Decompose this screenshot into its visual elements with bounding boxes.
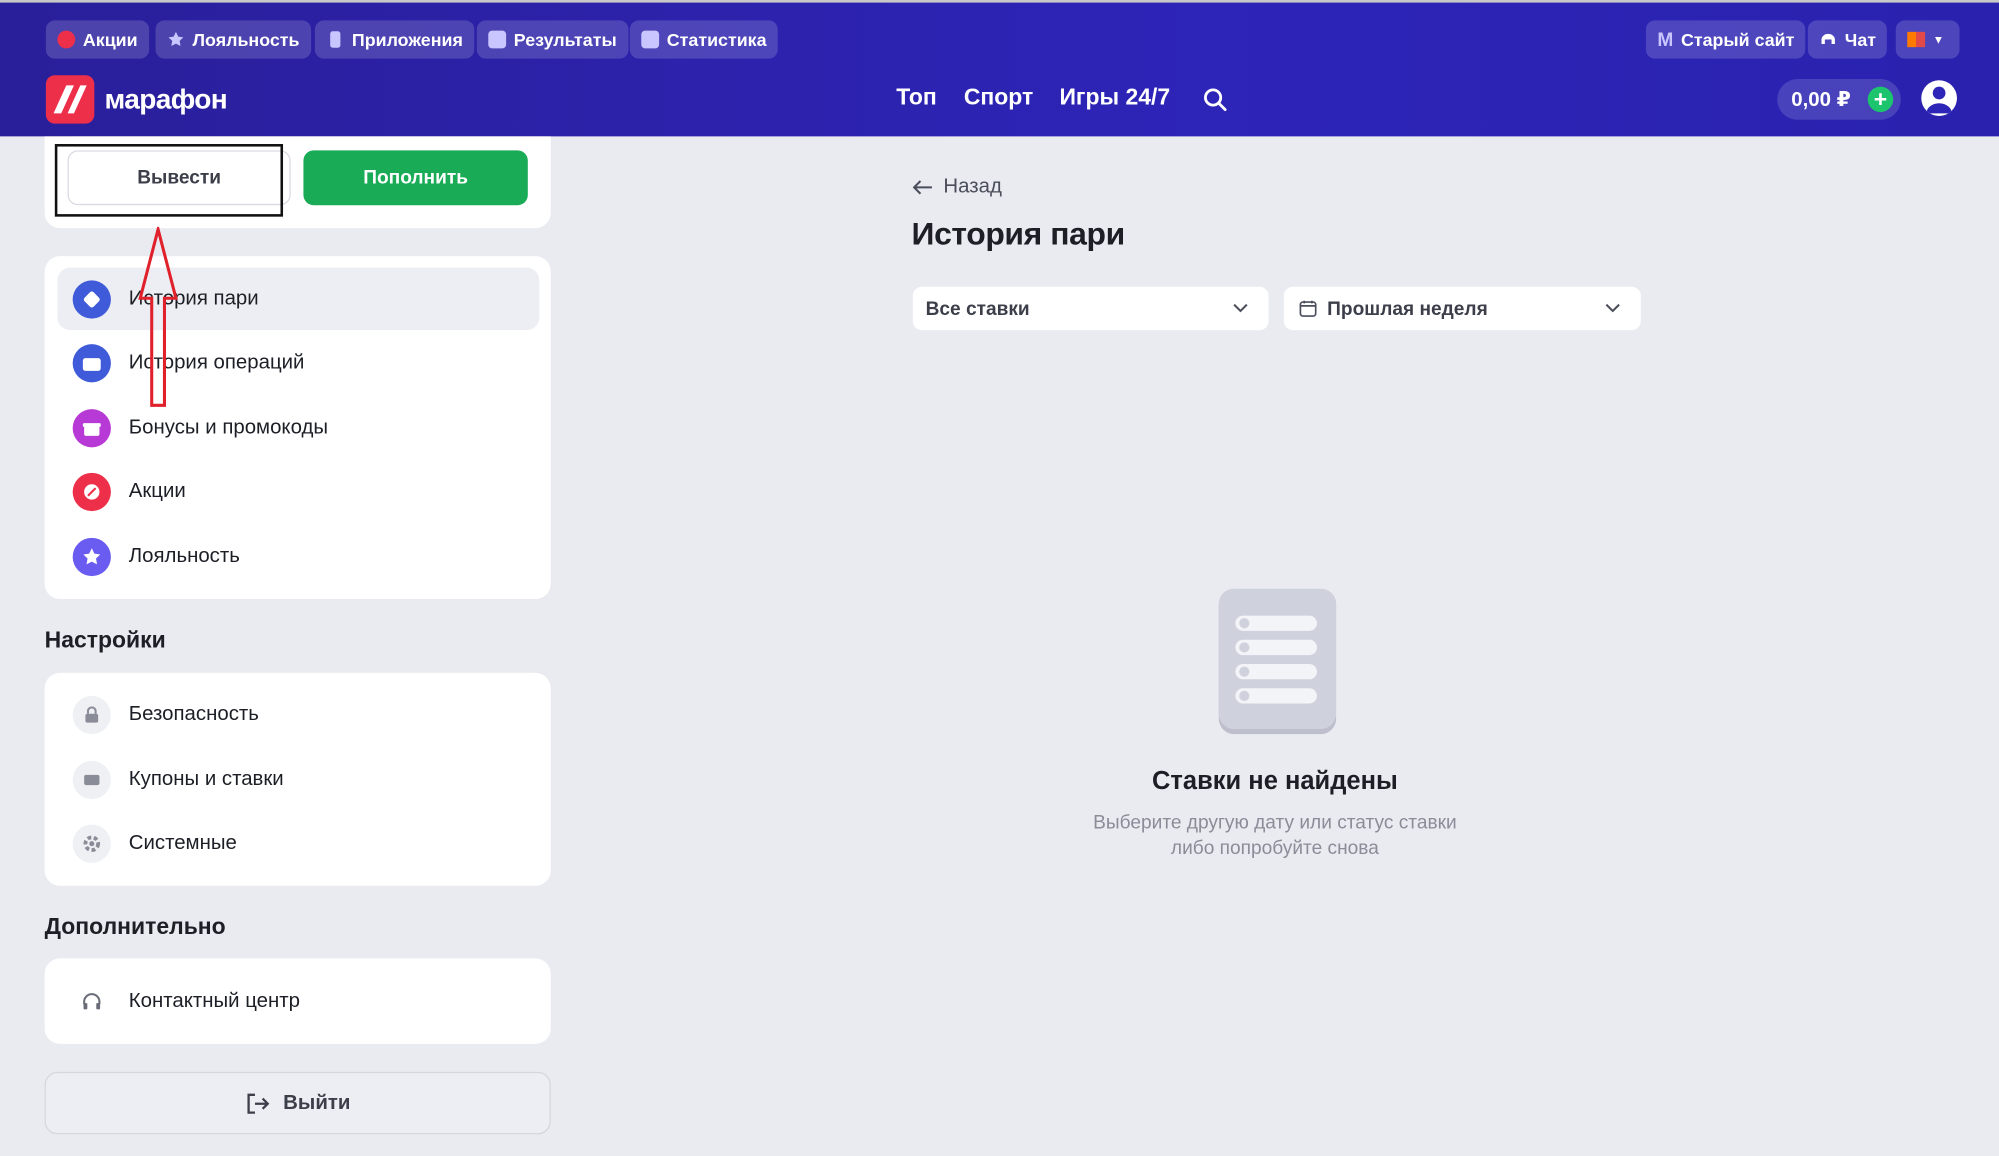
- user-avatar-icon[interactable]: [1921, 80, 1957, 116]
- menu-item-loyalty[interactable]: Лояльность: [57, 525, 539, 587]
- logout-label: Выйти: [283, 1091, 351, 1114]
- chip-promo[interactable]: Акции: [45, 20, 150, 59]
- gear-icon: [72, 823, 111, 863]
- chip-apps[interactable]: Приложения: [314, 20, 475, 59]
- flag-icon: [1907, 31, 1926, 48]
- extra-item-contact-center[interactable]: Контактный центр: [57, 970, 539, 1032]
- loyalty-star-icon: [167, 31, 185, 49]
- coupon-icon: [72, 760, 111, 799]
- promo-icon: [72, 472, 111, 511]
- lock-icon: [72, 695, 111, 734]
- account-menu: История пари История операций Бонусы и п…: [44, 256, 551, 600]
- old-site-label: Старый сайт: [1680, 29, 1795, 50]
- settings-item-label: Системные: [128, 831, 237, 854]
- extra-card: Контактный центр: [44, 958, 551, 1044]
- period-value: Прошлая неделя: [1327, 297, 1488, 320]
- bet-type-value: Все ставки: [925, 297, 1030, 320]
- old-site-button[interactable]: M Старый сайт: [1645, 20, 1806, 59]
- chat-label: Чат: [1844, 29, 1876, 50]
- chevron-down-icon: ▼: [1932, 33, 1945, 46]
- chip-promo-label: Акции: [82, 29, 138, 50]
- headset-icon: [72, 982, 111, 1021]
- annotation-arrow-icon: [138, 226, 178, 407]
- back-link[interactable]: Назад: [912, 175, 1002, 199]
- old-site-logo-icon: M: [1657, 28, 1674, 51]
- balance-amount: 0,00 ₽: [1791, 89, 1851, 111]
- settings-card: Безопасность Купоны и ставки Системные: [44, 672, 551, 886]
- gift-icon: [72, 408, 111, 447]
- nav-sport[interactable]: Спорт: [964, 84, 1033, 111]
- empty-state-title: Ставки не найдены: [1152, 767, 1398, 796]
- chip-loyalty[interactable]: Лояльность: [155, 20, 311, 59]
- logout-button[interactable]: Выйти: [44, 1071, 551, 1135]
- bet-history-icon: [72, 279, 111, 318]
- menu-item-bet-history[interactable]: История пари: [57, 267, 540, 331]
- chevron-down-icon: [1233, 303, 1248, 313]
- brand-logo[interactable]: марафон: [45, 75, 228, 124]
- bet-type-select[interactable]: Все ставки: [912, 286, 1269, 331]
- chip-results[interactable]: Результаты: [476, 20, 629, 59]
- wallet-icon: [72, 343, 111, 382]
- chat-button[interactable]: Чат: [1807, 20, 1888, 59]
- calendar-icon: [1299, 300, 1317, 317]
- search-icon[interactable]: [1202, 87, 1227, 112]
- page-title: История пари: [911, 216, 1126, 253]
- brand-logo-text: марафон: [104, 82, 228, 115]
- loyalty-star-icon: [72, 537, 111, 576]
- menu-item-label: Лояльность: [128, 544, 240, 567]
- top-header: Акции Лояльность Приложения Результаты С…: [0, 0, 1999, 137]
- chip-apps-label: Приложения: [351, 29, 463, 50]
- promo-icon: [57, 30, 76, 49]
- brand-logo-icon: [45, 75, 95, 124]
- menu-item-label: Бонусы и промокоды: [128, 416, 329, 438]
- language-selector[interactable]: ▼: [1895, 20, 1960, 59]
- extra-title: Дополнительно: [44, 913, 226, 940]
- chat-icon: [1819, 31, 1837, 49]
- empty-list-icon: [1218, 588, 1337, 735]
- chevron-down-icon: [1605, 303, 1620, 313]
- menu-item-bonuses[interactable]: Бонусы и промокоды: [57, 396, 539, 458]
- arrow-left-icon: [912, 180, 932, 195]
- chip-statistics[interactable]: Статистика: [629, 20, 779, 59]
- balance-widget[interactable]: 0,00 ₽ +: [1777, 79, 1901, 120]
- phone-icon: [326, 31, 344, 49]
- settings-item-security[interactable]: Безопасность: [57, 683, 539, 745]
- settings-item-coupons[interactable]: Купоны и ставки: [57, 748, 539, 810]
- period-select[interactable]: Прошлая неделя: [1283, 286, 1641, 331]
- empty-state-subtitle-line2: либо попробуйте снова: [1170, 837, 1379, 860]
- add-funds-icon[interactable]: +: [1867, 86, 1894, 113]
- statistics-icon: [641, 30, 660, 49]
- chip-loyalty-label: Лояльность: [192, 29, 300, 50]
- deposit-button[interactable]: Пополнить: [303, 150, 528, 206]
- logout-icon: [247, 1093, 270, 1114]
- chip-statistics-label: Статистика: [666, 29, 767, 50]
- menu-item-operations-history[interactable]: История операций: [57, 331, 539, 393]
- annotation-highlight-box: [54, 144, 284, 217]
- settings-item-system[interactable]: Системные: [57, 812, 539, 874]
- settings-item-label: Безопасность: [128, 702, 259, 725]
- empty-state-subtitle-line1: Выберите другую дату или статус ставки: [1093, 811, 1457, 834]
- extra-item-label: Контактный центр: [128, 989, 300, 1012]
- settings-item-label: Купоны и ставки: [128, 767, 284, 790]
- chip-results-label: Результаты: [513, 29, 617, 50]
- nav-games[interactable]: Игры 24/7: [1059, 84, 1170, 111]
- back-label: Назад: [943, 175, 1002, 198]
- settings-title: Настройки: [44, 627, 166, 653]
- app-root: Акции Лояльность Приложения Результаты С…: [0, 0, 1999, 1156]
- menu-item-promo[interactable]: Акции: [57, 460, 539, 522]
- results-icon: [488, 30, 507, 49]
- menu-item-label: Акции: [128, 479, 186, 502]
- nav-top[interactable]: Топ: [896, 84, 936, 111]
